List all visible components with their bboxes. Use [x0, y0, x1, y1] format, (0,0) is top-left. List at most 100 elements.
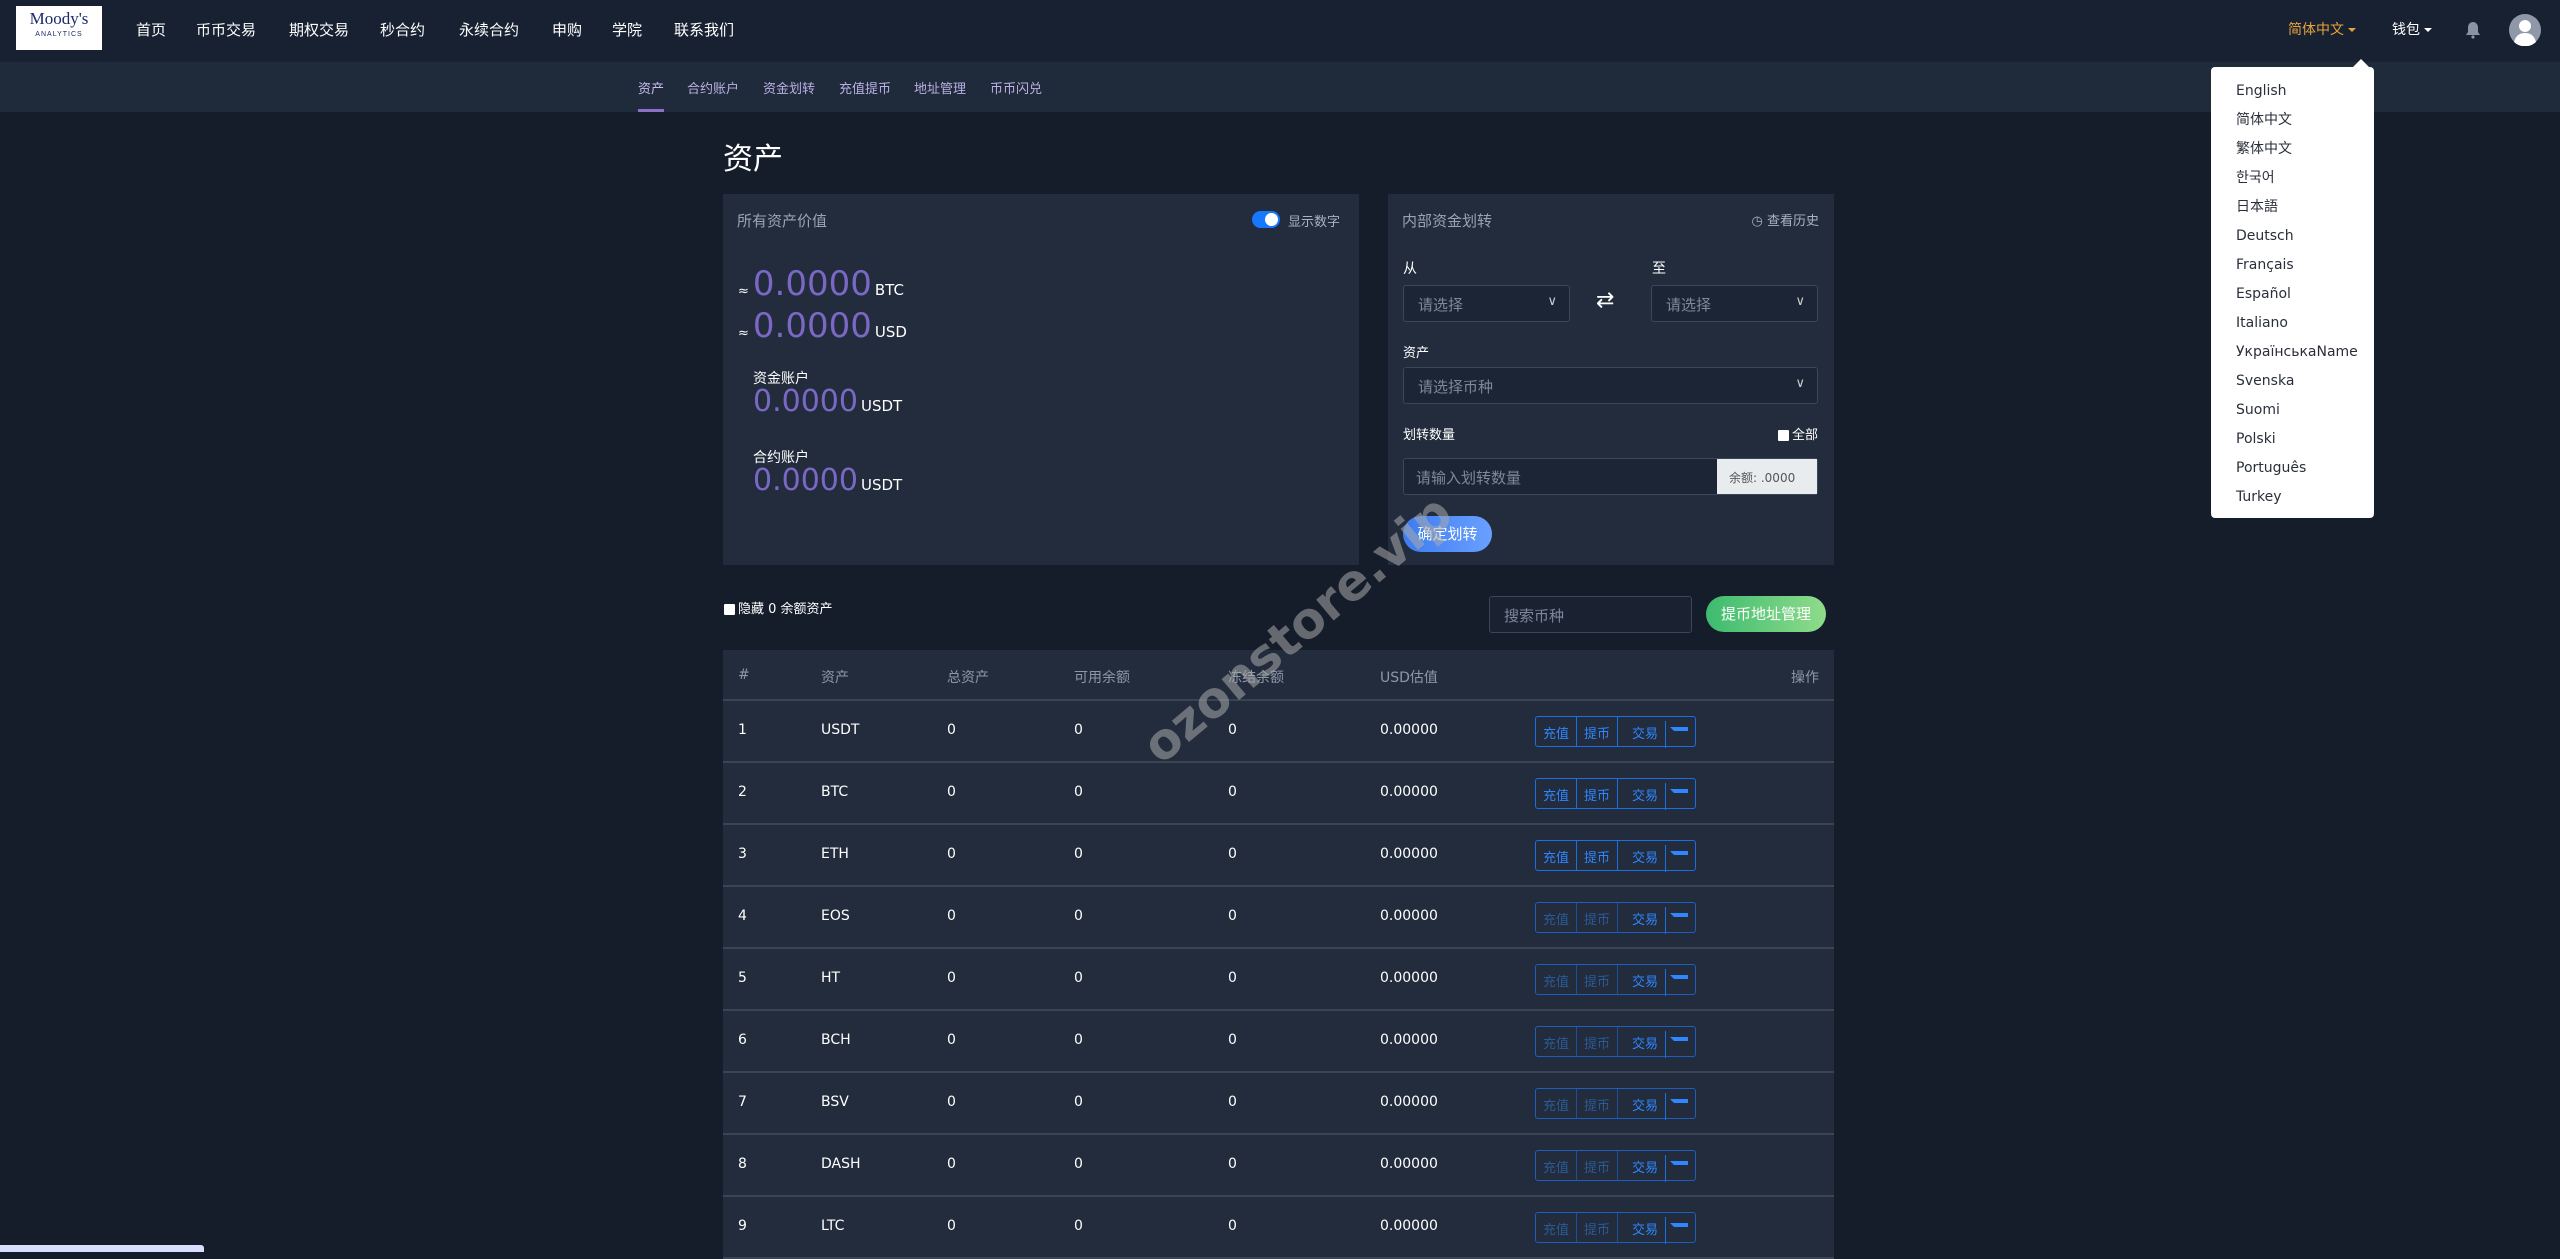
language-option[interactable]: Español	[2211, 280, 2374, 309]
usd-total: ≈0.0000 USD	[738, 306, 907, 346]
language-option[interactable]: Français	[2211, 251, 2374, 280]
caret-down-icon	[2424, 28, 2432, 32]
fund-account-value: 0.0000 USDT	[753, 384, 903, 419]
deposit-button[interactable]: 充值	[1536, 779, 1578, 808]
trade-dropdown-button[interactable]: 交易	[1618, 903, 1695, 934]
withdraw-button[interactable]: 提币	[1577, 779, 1619, 808]
confirm-transfer-button[interactable]: 确定划转	[1403, 516, 1492, 552]
cell-available: 0	[1074, 1032, 1083, 1048]
view-history-link[interactable]: ◷ 查看历史	[1752, 210, 1820, 229]
language-selector[interactable]: 简体中文	[2288, 19, 2356, 39]
asset-select[interactable]: 请选择币种 ∨	[1403, 367, 1818, 404]
deposit-button[interactable]: 充值	[1536, 1089, 1578, 1118]
cell-total: 0	[947, 1032, 956, 1048]
card-title: 内部资金划转	[1402, 212, 1493, 230]
language-option[interactable]: 繁体中文	[2211, 135, 2374, 164]
subnav-deposit-withdraw[interactable]: 充值提币	[839, 78, 891, 97]
cell-frozen: 0	[1228, 1032, 1237, 1048]
avatar[interactable]	[2509, 14, 2541, 46]
trade-dropdown-button[interactable]: 交易	[1618, 965, 1695, 996]
trade-dropdown-button[interactable]: 交易	[1618, 1213, 1695, 1244]
nav-subscribe[interactable]: 申购	[552, 19, 582, 40]
trade-dropdown-button[interactable]: 交易	[1618, 1089, 1695, 1120]
cell-asset: EOS	[821, 908, 850, 924]
trade-dropdown-button[interactable]: 交易	[1618, 1027, 1695, 1058]
contract-account-value: 0.0000 USDT	[753, 463, 903, 498]
withdraw-button[interactable]: 提币	[1577, 1151, 1619, 1180]
language-option[interactable]: Turkey	[2211, 483, 2374, 512]
subnav-transfer[interactable]: 资金划转	[763, 78, 815, 97]
language-option[interactable]: УкраїнськаName	[2211, 338, 2374, 367]
amount-input[interactable]: 请输入划转数量 余额: .0000	[1403, 458, 1818, 495]
caret-down-icon	[1670, 850, 1689, 867]
swap-arrows-icon[interactable]: ⇄	[1596, 288, 1614, 313]
cell-frozen: 0	[1228, 722, 1237, 738]
language-option[interactable]: 日本語	[2211, 193, 2374, 222]
withdraw-button[interactable]: 提币	[1577, 965, 1619, 994]
nav-options[interactable]: 期权交易	[289, 19, 349, 40]
language-option[interactable]: English	[2211, 77, 2374, 106]
wallet-menu[interactable]: 钱包	[2392, 19, 2432, 39]
cell-total: 0	[947, 1094, 956, 1110]
header-frozen: 冻结余额	[1228, 670, 1284, 686]
language-option[interactable]: Svenska	[2211, 367, 2374, 396]
nav-academy[interactable]: 学院	[612, 19, 642, 40]
cell-usd: 0.00000	[1380, 784, 1438, 800]
language-option[interactable]: 简体中文	[2211, 106, 2374, 135]
all-checkbox[interactable]: 全部	[1777, 424, 1818, 443]
hide-zero-checkbox[interactable]: 隐藏 0 余额资产	[724, 598, 833, 617]
language-option[interactable]: Italiano	[2211, 309, 2374, 338]
row-actions: 充值 提币 交易	[1535, 840, 1697, 872]
caret-down-icon	[1670, 788, 1689, 805]
cell-n: 8	[738, 1156, 747, 1172]
nav-perpetual[interactable]: 永续合约	[459, 19, 519, 40]
deposit-button[interactable]: 充值	[1536, 1027, 1578, 1056]
subnav-address[interactable]: 地址管理	[914, 78, 966, 97]
caret-down-icon	[1670, 1160, 1689, 1177]
withdraw-button[interactable]: 提币	[1577, 903, 1619, 932]
withdraw-button[interactable]: 提币	[1577, 1213, 1619, 1242]
logo[interactable]: Moody's ANALYTICS	[16, 6, 102, 50]
nav-home[interactable]: 首页	[136, 19, 166, 40]
language-option[interactable]: Polski	[2211, 425, 2374, 454]
subnav-contract-account[interactable]: 合约账户	[687, 78, 739, 97]
nav-contact[interactable]: 联系我们	[674, 19, 734, 40]
checkbox[interactable]	[1777, 430, 1789, 441]
subnav-assets[interactable]: 资产	[638, 78, 665, 112]
trade-dropdown-button[interactable]: 交易	[1618, 1151, 1695, 1182]
deposit-button[interactable]: 充值	[1536, 717, 1578, 746]
address-management-button[interactable]: 提币地址管理	[1706, 596, 1826, 632]
trade-dropdown-button[interactable]: 交易	[1618, 717, 1695, 748]
withdraw-button[interactable]: 提币	[1577, 717, 1619, 746]
bell-icon[interactable]	[2465, 21, 2481, 39]
withdraw-button[interactable]: 提币	[1577, 1027, 1619, 1056]
language-option[interactable]: Deutsch	[2211, 222, 2374, 251]
cell-usd: 0.00000	[1380, 846, 1438, 862]
subnav-swap[interactable]: 币币闪兑	[990, 78, 1042, 97]
deposit-button[interactable]: 充值	[1536, 1151, 1578, 1180]
show-numbers-toggle[interactable]	[1252, 211, 1280, 228]
deposit-button[interactable]: 充值	[1536, 841, 1578, 870]
language-option[interactable]: 한국어	[2211, 164, 2374, 193]
search-coin-input[interactable]: 搜索币种	[1489, 596, 1692, 633]
to-select[interactable]: 请选择 ∨	[1651, 285, 1818, 322]
deposit-button[interactable]: 充值	[1536, 965, 1578, 994]
row-actions: 充值 提币 交易	[1535, 964, 1697, 996]
row-actions: 充值 提币 交易	[1535, 1026, 1697, 1058]
language-option[interactable]: Português	[2211, 454, 2374, 483]
trade-dropdown-button[interactable]: 交易	[1618, 779, 1695, 810]
language-option[interactable]: Suomi	[2211, 396, 2374, 425]
nav-spot[interactable]: 币币交易	[196, 19, 256, 40]
trade-dropdown-button[interactable]: 交易	[1618, 841, 1695, 872]
clock-icon: ◷	[1751, 214, 1763, 229]
withdraw-button[interactable]: 提币	[1577, 841, 1619, 870]
nav-second-contract[interactable]: 秒合约	[380, 19, 425, 40]
checkbox[interactable]	[724, 604, 735, 615]
deposit-button[interactable]: 充值	[1536, 1213, 1578, 1242]
deposit-button[interactable]: 充值	[1536, 903, 1578, 932]
withdraw-button[interactable]: 提币	[1577, 1089, 1619, 1118]
assets-value-card: 所有资产价值 显示数字 ≈0.0000 BTC ≈0.0000 USD 资金账户 0…	[723, 194, 1359, 565]
from-select[interactable]: 请选择 ∨	[1403, 285, 1570, 322]
cell-total: 0	[947, 722, 956, 738]
cell-frozen: 0	[1228, 1156, 1237, 1172]
